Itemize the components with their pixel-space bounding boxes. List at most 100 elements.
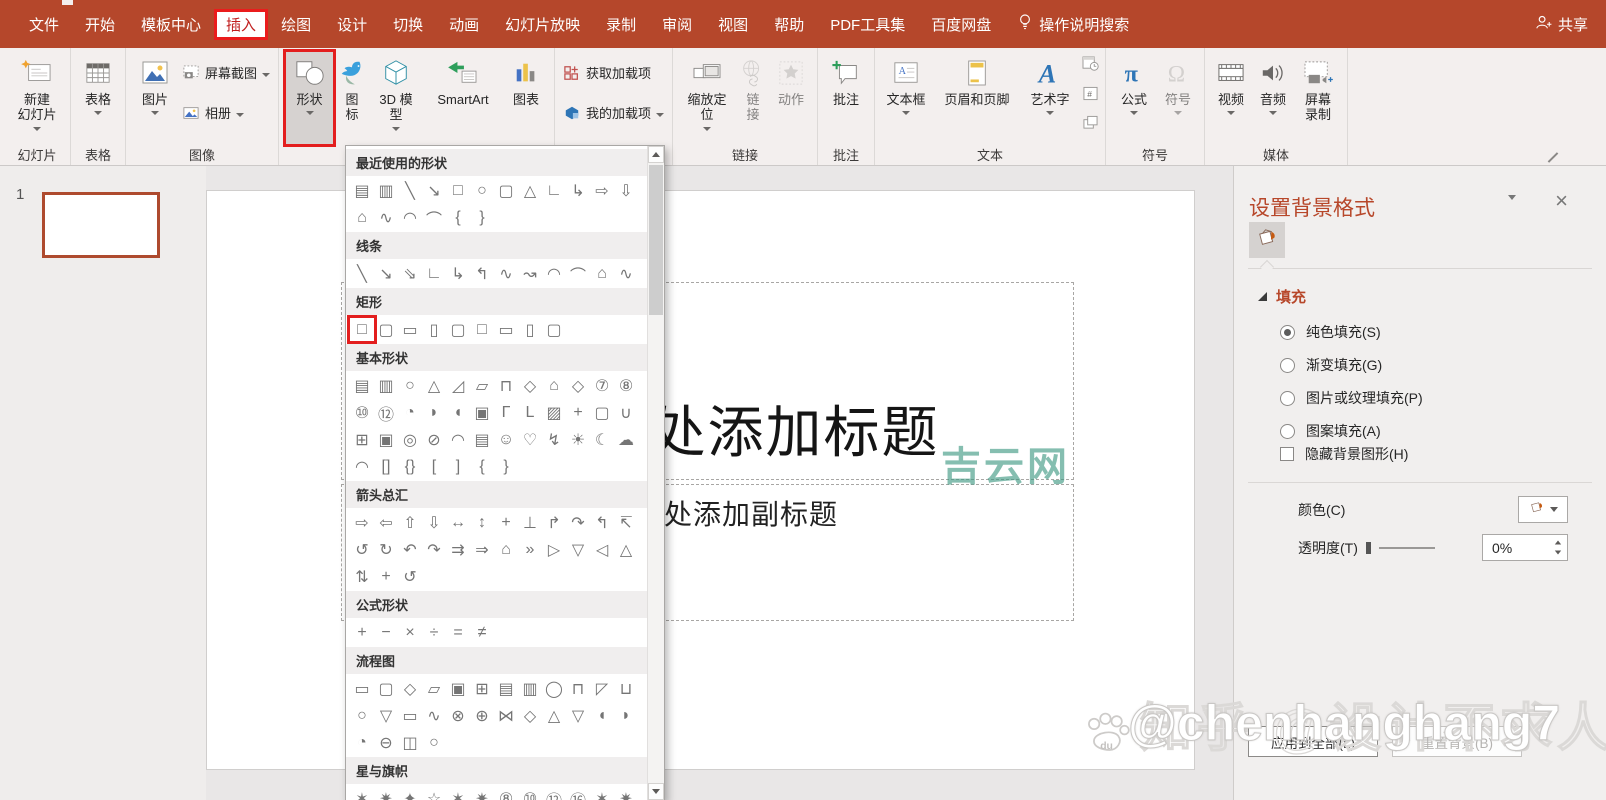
shape-cell[interactable]: [ — [422, 455, 446, 478]
shape-cell[interactable]: ▢ — [374, 318, 398, 341]
shape-cell[interactable]: ⊓ — [494, 374, 518, 397]
shape-cell[interactable]: ⊥ — [518, 511, 542, 534]
shape-cell[interactable]: △ — [518, 179, 542, 202]
picture-button[interactable]: 图片 — [131, 50, 179, 146]
menu-tab-10[interactable]: 审阅 — [649, 10, 705, 39]
shape-cell[interactable]: ◗ — [422, 401, 446, 424]
shape-cell[interactable]: ⋈ — [494, 704, 518, 727]
shape-cell[interactable]: ▯ — [422, 318, 446, 341]
transparency-spinbox[interactable]: 0% — [1482, 534, 1568, 561]
menu-tab-14[interactable]: 百度网盘 — [918, 10, 1004, 39]
shape-cell[interactable]: □ — [446, 179, 470, 202]
my-addins-button[interactable]: 我的加载项 — [560, 103, 667, 126]
date-time-button[interactable] — [1081, 55, 1100, 75]
shape-cell[interactable]: ✷ — [470, 787, 494, 800]
shape-cell[interactable]: ✷ — [374, 787, 398, 800]
shape-cell[interactable]: ↘ — [422, 179, 446, 202]
shape-cell[interactable]: ⊔ — [614, 677, 638, 700]
shape-cell[interactable]: } — [470, 206, 494, 229]
shape-cell[interactable]: ◯ — [542, 677, 566, 700]
shape-cell[interactable]: ◇ — [398, 677, 422, 700]
shape-cell[interactable]: ↷ — [566, 511, 590, 534]
shape-cell[interactable]: Γ — [494, 401, 518, 424]
shape-cell[interactable]: ○ — [398, 374, 422, 397]
share-button[interactable]: 共享 — [1534, 0, 1588, 48]
shape-cell[interactable]: ⇒ — [470, 538, 494, 561]
shape-cell[interactable]: ⊞ — [350, 428, 374, 451]
shape-cell[interactable]: ▤ — [350, 179, 374, 202]
transparency-slider-thumb[interactable] — [1365, 542, 1371, 554]
shape-cell[interactable]: □ — [470, 318, 494, 341]
shape-cell[interactable]: ⇩ — [422, 511, 446, 534]
shape-cell[interactable]: ↝ — [518, 262, 542, 285]
shape-cell[interactable]: ◇ — [518, 374, 542, 397]
shape-cell[interactable]: ▽ — [566, 538, 590, 561]
object-button[interactable] — [1081, 114, 1100, 134]
shape-cell[interactable]: ↶ — [398, 538, 422, 561]
shape-cell[interactable]: ☾ — [590, 428, 614, 451]
shape-cell[interactable]: △ — [422, 374, 446, 397]
shape-cell[interactable]: ▢ — [374, 677, 398, 700]
scroll-down-icon[interactable] — [648, 783, 664, 800]
shape-cell[interactable]: ◸ — [590, 677, 614, 700]
action-button[interactable]: 动作 — [770, 50, 812, 146]
reset-background-button[interactable]: 重置背景(B) — [1392, 726, 1522, 757]
shape-cell[interactable]: + — [494, 511, 518, 534]
shape-cell[interactable]: ⑦ — [590, 374, 614, 397]
tell-me-search[interactable]: 操作说明搜索 — [1018, 13, 1129, 35]
shape-cell[interactable]: ◔ — [350, 731, 374, 754]
shape-cell[interactable]: ] — [446, 455, 470, 478]
menu-tab-11[interactable]: 视图 — [705, 10, 761, 39]
shape-cell[interactable]: ⑫ — [542, 787, 566, 800]
shape-cell[interactable]: ▱ — [470, 374, 494, 397]
shape-cell[interactable]: ⌂ — [350, 206, 374, 229]
shape-cell[interactable]: ⊗ — [446, 704, 470, 727]
menu-tab-12[interactable]: 帮助 — [761, 10, 817, 39]
shape-cell[interactable]: ▥ — [518, 677, 542, 700]
shape-cell[interactable]: ▣ — [470, 401, 494, 424]
menu-tab-7[interactable]: 动画 — [436, 10, 492, 39]
shape-cell[interactable]: ↳ — [446, 262, 470, 285]
radio-pattern-fill[interactable]: 图案填充(A) — [1280, 421, 1423, 441]
shape-cell[interactable]: ▽ — [374, 704, 398, 727]
equation-button[interactable]: π 公式 — [1111, 50, 1157, 146]
shape-cell[interactable]: ☀ — [566, 428, 590, 451]
shape-cell[interactable]: ╲ — [398, 179, 422, 202]
shape-cell[interactable]: ⇦ — [374, 511, 398, 534]
video-button[interactable]: 视频 — [1210, 50, 1252, 146]
shape-cell[interactable]: ▣ — [374, 428, 398, 451]
shape-cell[interactable]: ▷ — [542, 538, 566, 561]
table-button[interactable]: 表格 — [76, 50, 120, 146]
shape-cell[interactable]: ⇅ — [350, 565, 374, 588]
shape-cell[interactable]: ○ — [470, 179, 494, 202]
shape-cell[interactable]: ◇ — [566, 374, 590, 397]
radio-picture-texture-fill[interactable]: 图片或纹理填充(P) — [1280, 388, 1423, 408]
panel-options-chevron-icon[interactable] — [1508, 195, 1516, 218]
shape-cell[interactable]: ▢ — [446, 318, 470, 341]
chart-button[interactable]: 图表 — [503, 50, 549, 146]
album-button[interactable]: 相册 — [179, 103, 273, 126]
shape-cell[interactable]: [] — [374, 455, 398, 478]
shape-cell[interactable]: ∪ — [614, 401, 638, 424]
zoom-to-button[interactable]: 缩放定 位 — [678, 50, 736, 146]
shape-cell[interactable]: ⇘ — [398, 262, 422, 285]
scroll-up-icon[interactable] — [648, 146, 664, 163]
shape-cell[interactable]: ◎ — [398, 428, 422, 451]
shape-cell[interactable]: ≠ — [470, 621, 494, 644]
shape-cell[interactable]: ○ — [422, 731, 446, 754]
shape-cell[interactable]: + — [350, 621, 374, 644]
shape-cell[interactable]: ∟ — [422, 262, 446, 285]
shape-cell[interactable]: + — [566, 401, 590, 424]
shape-cell[interactable]: ⌂ — [542, 374, 566, 397]
shape-cell[interactable]: {} — [398, 455, 422, 478]
shape-cell[interactable]: ↰ — [590, 511, 614, 534]
shape-cell[interactable]: ◠ — [542, 262, 566, 285]
radio-gradient-fill[interactable]: 渐变填充(G) — [1280, 355, 1423, 375]
slide-thumbnail[interactable] — [42, 192, 160, 258]
shape-cell[interactable]: ⊖ — [374, 731, 398, 754]
shape-cell[interactable]: { — [446, 206, 470, 229]
shapes-button[interactable]: 形状 — [283, 49, 337, 147]
shape-cell[interactable]: ☺ — [494, 428, 518, 451]
shape-cell[interactable]: ⌂ — [590, 262, 614, 285]
shape-cell[interactable]: ↷ — [422, 538, 446, 561]
